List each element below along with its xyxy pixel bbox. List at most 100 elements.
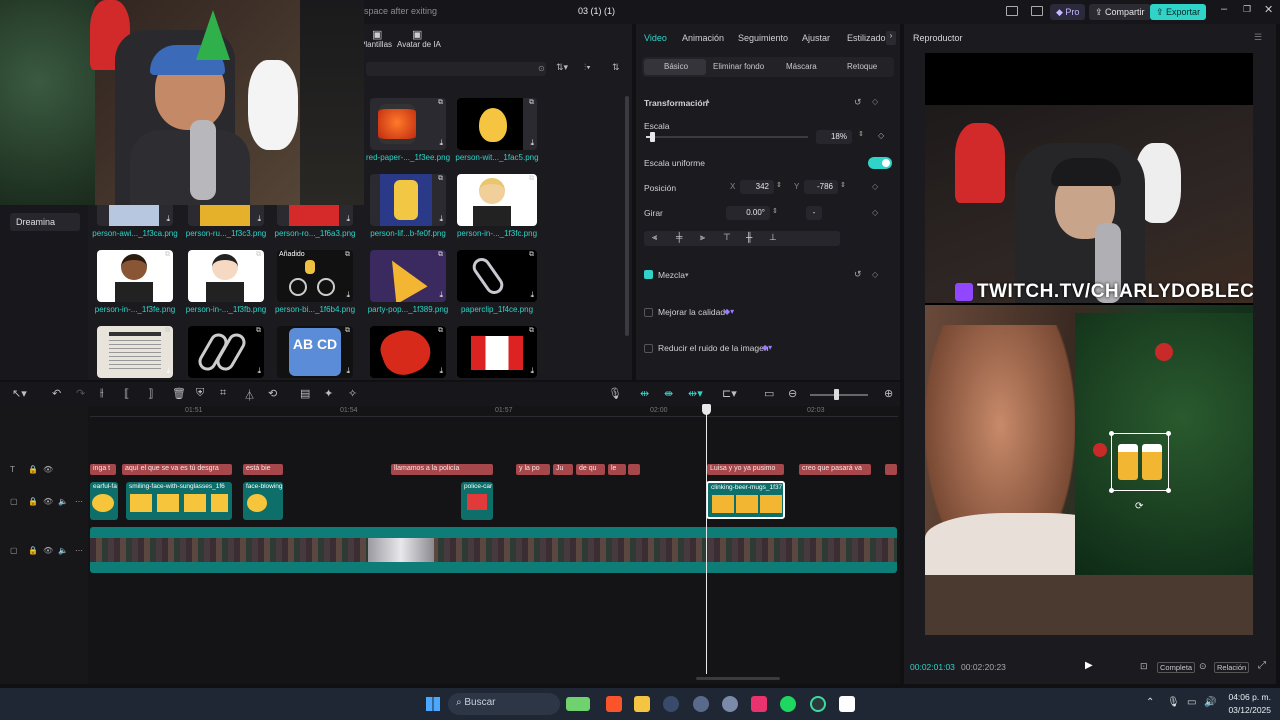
copy-icon[interactable]: ⧉ xyxy=(345,251,350,259)
tab-ai-avatar[interactable]: Avatar de IA xyxy=(397,40,441,49)
caption-clip[interactable] xyxy=(885,464,897,475)
stepper-icon[interactable]: ⇕ xyxy=(776,181,782,189)
caption-clip[interactable]: aquí el que se va es tú desgra xyxy=(122,464,232,475)
media-scrollbar[interactable] xyxy=(625,96,629,336)
download-icon[interactable]: ⤓ xyxy=(257,290,261,300)
fullscreen-icon[interactable]: ⤢ xyxy=(1258,660,1266,671)
enhance-checkbox[interactable] xyxy=(644,308,653,317)
crop-icon[interactable]: ⌗ xyxy=(220,387,226,400)
media-item[interactable]: ⧉ ⤓ xyxy=(97,250,173,302)
copy-icon[interactable]: ⧉ xyxy=(165,251,170,259)
full-quality-button[interactable]: Completa xyxy=(1157,662,1196,673)
caption-clip[interactable]: y la po xyxy=(516,464,550,475)
lock-icon[interactable]: 🔒 xyxy=(28,546,38,555)
mirror-icon[interactable]: ⏃ xyxy=(244,387,255,403)
chevron-right-icon[interactable]: › xyxy=(886,31,896,45)
subtab-basic[interactable]: Básico xyxy=(664,62,688,71)
media-item[interactable]: ⧉ ⤓ xyxy=(370,174,446,226)
media-item[interactable]: ⧉ ⤓ xyxy=(188,250,264,302)
split-left-icon[interactable]: ⟦ xyxy=(124,387,129,400)
widgets-icon[interactable] xyxy=(566,697,590,711)
align-middle-icon[interactable]: ╫ xyxy=(746,232,752,242)
reset-icon[interactable]: ↺ xyxy=(854,269,862,280)
align-center-icon[interactable]: ╪ xyxy=(676,232,682,242)
ratio-button[interactable]: Relación xyxy=(1214,662,1250,673)
download-icon[interactable]: ⤓ xyxy=(346,290,350,300)
download-icon[interactable]: ⤓ xyxy=(530,214,534,224)
lock-icon[interactable]: 🔒 xyxy=(28,497,38,506)
playhead[interactable] xyxy=(706,410,707,674)
copy-icon[interactable]: ⧉ xyxy=(256,251,261,259)
download-icon[interactable]: ⤓ xyxy=(530,138,534,148)
brave-icon[interactable] xyxy=(606,696,622,712)
keyframe-icon[interactable]: ◇ xyxy=(872,97,878,106)
video-canvas[interactable]: TWITCH.TV/CHARLYDOBLEC ⟳ xyxy=(925,53,1253,635)
tab-adjust[interactable]: Ajustar xyxy=(802,33,830,43)
share-button[interactable]: ⇪ Compartir xyxy=(1089,4,1151,20)
media-item[interactable]: ⤓ xyxy=(97,205,173,226)
copy-icon[interactable]: ⧉ xyxy=(438,327,443,335)
media-item[interactable]: ⧉ ⤓ xyxy=(370,326,446,378)
media-item[interactable]: ⧉ ⤓ xyxy=(188,326,264,378)
stepper-icon[interactable]: ⇕ xyxy=(840,181,846,189)
download-icon[interactable]: ⤓ xyxy=(346,366,350,376)
shortcuts-icon[interactable] xyxy=(1031,6,1043,16)
scale-slider[interactable] xyxy=(646,136,808,138)
zoom-slider[interactable] xyxy=(810,394,868,396)
download-icon[interactable]: ⤓ xyxy=(166,214,170,224)
tab-video[interactable]: Video xyxy=(644,33,667,43)
screenshot-icon[interactable]: ⊙ xyxy=(1199,661,1207,672)
eye-icon[interactable]: 👁 xyxy=(43,546,53,555)
sticker-clip[interactable]: earful-fa xyxy=(90,482,118,520)
media-item[interactable]: ⧉ ⤓ xyxy=(457,174,537,226)
media-item[interactable]: Añadido ⧉ ⤓ xyxy=(277,250,353,302)
zoom-slider-handle[interactable] xyxy=(834,389,839,400)
stepper-icon[interactable]: ⇕ xyxy=(772,207,778,215)
keyframe-icon[interactable]: ◇ xyxy=(878,131,884,140)
align-right-icon[interactable]: ⫸ xyxy=(700,232,705,243)
align-bottom-icon[interactable]: ⊥ xyxy=(769,232,777,243)
rotate-handle-icon[interactable]: ⟳ xyxy=(1135,501,1143,512)
caption-clip[interactable]: está bie xyxy=(243,464,283,475)
keyframe-icon[interactable]: ◇ xyxy=(872,182,878,191)
network-icon[interactable]: ▭ xyxy=(1187,697,1196,708)
captions-icon[interactable]: ▤ xyxy=(300,387,310,400)
caption-clip[interactable]: de qu xyxy=(576,464,605,475)
search-input[interactable] xyxy=(366,62,546,76)
more-icon[interactable]: ⋯ xyxy=(75,546,83,555)
copy-icon[interactable]: ⧉ xyxy=(438,251,443,259)
close-icon[interactable]: ✕ xyxy=(1264,3,1273,16)
sticker-clip[interactable]: face-blowing xyxy=(243,482,283,520)
rotate-flip-field[interactable]: - xyxy=(806,206,822,220)
rotate-field[interactable]: 0.00° xyxy=(726,206,770,220)
denoise-checkbox[interactable] xyxy=(644,344,653,353)
download-icon[interactable]: ⤓ xyxy=(439,290,443,300)
download-icon[interactable]: ⤓ xyxy=(166,290,170,300)
undo-icon[interactable]: ↶ xyxy=(52,387,61,400)
taskbar-search[interactable]: ⌕ Buscar xyxy=(448,693,560,715)
caption-clip[interactable]: llamamos a la policía xyxy=(391,464,493,475)
zoom-out-icon[interactable]: ⊖ xyxy=(788,387,797,400)
uniform-scale-toggle[interactable] xyxy=(868,157,892,169)
subtab-remove-bg[interactable]: Eliminar fondo xyxy=(713,62,764,71)
caption-clip[interactable]: Luisa y yo ya pusimo xyxy=(707,464,784,475)
filter-icon[interactable]: ⫶▾ xyxy=(584,62,591,73)
media-item[interactable]: ⧉ ⤓ xyxy=(457,98,537,150)
zoom-in-icon[interactable]: ⊕ xyxy=(884,387,893,400)
resize-handle[interactable] xyxy=(1109,431,1114,436)
subtitle-icon[interactable]: ▭ xyxy=(764,387,774,400)
chevron-up-icon[interactable]: ⌃ xyxy=(1146,697,1154,708)
maximize-icon[interactable]: ❐ xyxy=(1243,4,1251,15)
preview-axis-icon[interactable]: ⇹▾ xyxy=(688,387,703,400)
snap-icon[interactable]: ⊏▾ xyxy=(722,387,737,400)
lock-icon[interactable]: 🔒 xyxy=(28,465,38,474)
download-icon[interactable]: ⤓ xyxy=(530,366,534,376)
media-item[interactable]: ⧉ ⤓ xyxy=(370,250,446,302)
tab-stylize[interactable]: Estilizado xyxy=(847,33,886,43)
download-icon[interactable]: ⤓ xyxy=(166,366,170,376)
media-item[interactable]: ⤓ xyxy=(188,205,264,226)
nav-item-dreamina[interactable]: Dreamina xyxy=(10,213,80,231)
media-item[interactable]: ⧉ ⤓ xyxy=(457,326,537,378)
resize-handle[interactable] xyxy=(1109,488,1114,493)
select-tool-icon[interactable]: ↖▾ xyxy=(12,387,27,400)
